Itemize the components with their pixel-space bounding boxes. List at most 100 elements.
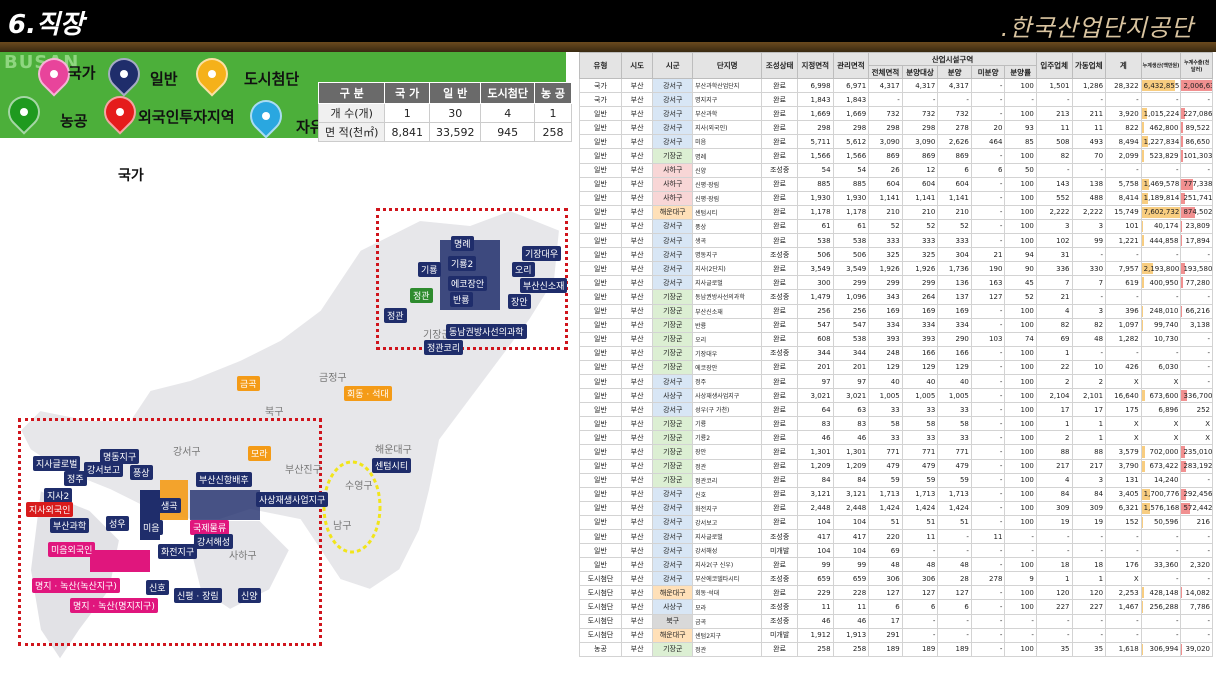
table-cell: 298 (832, 120, 870, 136)
col-header: 단지명 (692, 52, 763, 79)
table-cell: 101 (1105, 218, 1142, 235)
table-cell: 120 (1035, 585, 1073, 601)
map-label: 사하구 (229, 551, 257, 562)
legend-label-urban-hightech: 도시첨단 (244, 70, 300, 88)
table-cell: 1,005 (937, 388, 972, 404)
table-cell: 11 (1071, 120, 1107, 136)
table-cell: 216 (1180, 514, 1213, 531)
col-header: 조성상태 (761, 52, 798, 79)
table-cell: - (970, 430, 1006, 446)
table-cell: 547 (832, 317, 870, 333)
table-row: 도시첨단 부산 해운대구 회동·석대 완료 229 228 127 127 127-100 120 1… (579, 585, 1213, 601)
table-cell: 반룡 (692, 317, 763, 333)
table-cell: - (1035, 543, 1073, 559)
table-cell: 지사(2단지) (692, 261, 763, 277)
table-cell: 일반 (579, 472, 622, 488)
table-cell: - (1180, 373, 1213, 390)
table-cell: - (970, 486, 1006, 502)
table-cell: 136 (937, 275, 972, 291)
legend-label-foreign-investment: 외국인투자지역 (138, 108, 235, 126)
table-cell: 283,192 (1180, 458, 1213, 474)
table-cell: 기룡2 (692, 430, 763, 446)
table-cell: - (901, 92, 939, 108)
table-cell: 28 (937, 571, 972, 587)
table-cell: X (1105, 373, 1142, 390)
table-cell-value: - (1207, 476, 1210, 485)
table-cell: - (970, 458, 1006, 474)
table-cell: 298 (901, 120, 939, 136)
table-cell: 248,010 (1140, 303, 1182, 319)
table-cell-value: 14,082 (1185, 588, 1211, 597)
table-cell: - (1140, 613, 1182, 629)
table-cell: 228 (832, 585, 870, 601)
table-cell: 오리 (692, 331, 763, 347)
table-cell: 미음 (692, 134, 763, 150)
table-cell: 11 (832, 599, 870, 615)
table-row: 도시첨단 부산 강서구 부산에코델타시티 조성중 659 659 306 306 28 278 9 1 1… (579, 571, 1213, 587)
table-cell: 부산 (620, 557, 654, 573)
table-cell: 59 (868, 472, 903, 488)
table-cell: 93 (1004, 120, 1037, 136)
table-cell: 일반 (579, 148, 622, 164)
table-cell: - (1071, 247, 1107, 263)
table-cell: 99 (832, 557, 870, 573)
table-cell: 1,736 (937, 261, 972, 277)
table-cell: 100 (1004, 599, 1037, 615)
table-cell: 일반 (579, 444, 622, 460)
table-cell-value: - (1207, 532, 1210, 541)
table-cell: 493 (1071, 134, 1107, 150)
table-cell: - (1071, 543, 1107, 559)
table-cell: 6,321 (1105, 500, 1142, 516)
table-cell: 강서구 (652, 571, 694, 587)
table-cell: 일반 (579, 317, 622, 333)
table-cell: 완료 (761, 190, 798, 206)
table-cell: 201 (796, 359, 834, 375)
table-cell: 강서구 (652, 233, 694, 249)
table-cell: 309 (1071, 500, 1107, 516)
table-cell: 10 (1071, 359, 1107, 375)
table-cell: 100 (1004, 148, 1037, 164)
col-header: 지정면적 (796, 52, 834, 79)
map-label: 미음 (140, 520, 163, 535)
col-header: 시군 (652, 52, 694, 79)
table-cell: 334 (868, 317, 903, 333)
table-cell: 부산 (620, 430, 654, 446)
table-cell: 256 (796, 303, 834, 319)
table-cell-value: 777,338 (1183, 180, 1213, 189)
table-cell: 100 (1004, 557, 1037, 573)
table-cell: - (1180, 345, 1213, 361)
table-cell: 258 (796, 641, 834, 657)
table-row: 일반 부산 기장군 정관코리 완료 84 84 59 59 59-100 4 3 131 14,240- (579, 472, 1213, 488)
table-cell: 333 (901, 233, 939, 249)
table-cell-value: 1,469,578 (1143, 180, 1180, 189)
table-cell: 1,926 (901, 261, 939, 277)
table-cell: 강서해성 (692, 543, 763, 559)
table-cell: 19 (1071, 514, 1107, 531)
table-cell: 도시첨단 (579, 585, 622, 601)
table-cell: 298 (796, 120, 834, 136)
green-map-pin-icon (1, 89, 47, 135)
table-cell: 1,005 (901, 388, 939, 404)
table-cell: 1,209 (796, 458, 834, 474)
table-cell: 부산 (620, 331, 654, 347)
table-cell: - (970, 106, 1006, 122)
organization-name: .한국산업단지공단 (1000, 14, 1194, 42)
table-cell: 166 (901, 345, 939, 361)
table-cell: 일반 (579, 557, 622, 573)
table-cell: 부산 (620, 472, 654, 488)
table-cell: 1,566 (796, 148, 834, 164)
table-cell: - (1140, 289, 1182, 305)
table-cell: 11 (1035, 120, 1073, 136)
table-cell: 완료 (761, 92, 798, 108)
table-cell: 19 (1035, 514, 1073, 531)
table-cell: - (970, 543, 1006, 559)
production-databar (1142, 305, 1143, 317)
table-cell: 3 (1035, 218, 1073, 235)
table-cell: X (1180, 430, 1213, 446)
table-cell: 604 (937, 176, 972, 192)
table-cell: 기장군 (652, 458, 694, 474)
table-cell: 에코장안 (692, 359, 763, 375)
table-cell: - (970, 233, 1006, 249)
table-cell: 6 (937, 162, 972, 178)
table-cell: 40 (901, 373, 939, 390)
